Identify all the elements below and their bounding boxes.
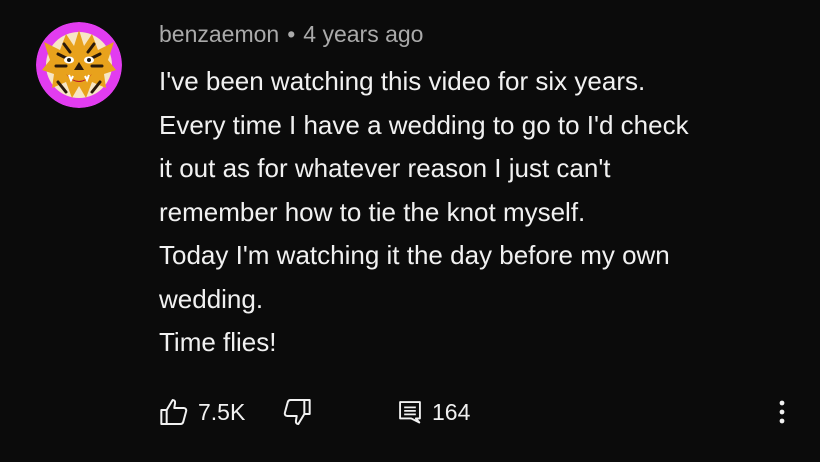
comment-line: remember how to tie the knot myself. [159, 196, 586, 227]
meta-separator: • [287, 21, 296, 47]
author-name[interactable]: benzaemon [159, 21, 279, 47]
comment-timestamp[interactable]: 4 years ago [303, 21, 423, 47]
reply-count: 164 [432, 398, 471, 425]
thumbs-up-icon [160, 399, 188, 425]
tiger-face-avatar-icon [36, 22, 122, 108]
more-vertical-icon [779, 400, 785, 424]
like-button[interactable]: 7.5K [158, 390, 245, 434]
comment-line: Every time I have a wedding to go to I'd… [159, 109, 689, 140]
replies-button[interactable]: 164 [396, 390, 470, 434]
more-options-button[interactable] [770, 390, 794, 434]
comment-line: Today I'm watching it the day before my … [159, 240, 670, 270]
comment-line: Time flies! [159, 327, 277, 357]
comment-line: wedding. [159, 283, 264, 314]
comment-line: it out as for whatever reason I just can… [159, 153, 611, 183]
comment-actions: 7.5K 164 [0, 390, 820, 434]
comment-card: benzaemon • 4 years ago I've been watching… [0, 0, 820, 462]
comment-header: benzaemon • 4 years ago [159, 21, 423, 48]
thumbs-down-icon [283, 399, 311, 425]
comment-line: I've been watching this video for six ye… [159, 66, 646, 96]
comment-icon [399, 401, 421, 424]
dislike-button[interactable] [281, 390, 313, 434]
like-count: 7.5K [198, 398, 246, 425]
comment-text: I've been watching this video for six ye… [159, 60, 799, 365]
avatar[interactable] [36, 22, 122, 108]
